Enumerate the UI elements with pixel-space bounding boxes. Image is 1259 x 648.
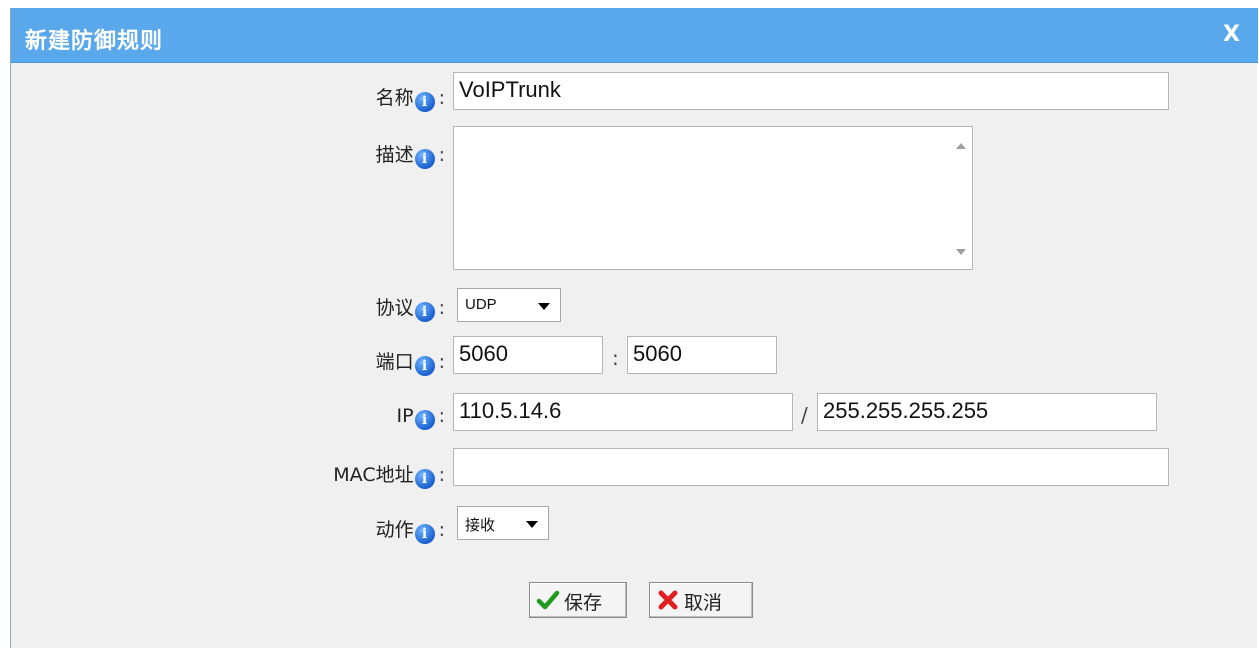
scroll-down-arrow-icon[interactable] [956, 249, 966, 255]
cancel-button-label: 取消 [684, 592, 723, 614]
description-label-group: 描述 i: [375, 144, 445, 169]
port-label-group: 端口 i: [375, 351, 445, 376]
info-icon[interactable]: i [414, 149, 435, 169]
protocol-value: UDP [465, 296, 497, 313]
name-input[interactable]: VoIPTrunk [453, 72, 1169, 110]
dialog-titlebar: 新建防御规则 X [11, 8, 1258, 63]
new-defense-rule-dialog: 新建防御规则 X 名称 i: VoIPTrunk 描述 i: 协议 i: UDP 端口… [10, 8, 1258, 648]
action-label-group: 动作 i: [375, 519, 445, 544]
mac-label-group: MAC地址 i: [333, 464, 445, 489]
protocol-label-group: 协议 i: [375, 297, 445, 322]
check-icon [536, 590, 560, 610]
dialog-title: 新建防御规则 [25, 29, 164, 54]
info-icon[interactable]: i [414, 410, 435, 430]
info-icon[interactable]: i [414, 92, 435, 112]
ip-mask-input[interactable]: 255.255.255.255 [817, 393, 1157, 431]
save-button-label: 保存 [564, 592, 603, 614]
ip-label-group: IP i: [396, 405, 445, 430]
description-textarea[interactable] [453, 126, 973, 270]
ip-separator: / [801, 403, 808, 427]
close-button[interactable]: X [1223, 22, 1240, 47]
action-select[interactable]: 接收 [457, 506, 549, 540]
cancel-button[interactable]: 取消 [649, 582, 753, 618]
info-icon[interactable]: i [414, 524, 435, 544]
info-icon[interactable]: i [414, 469, 435, 489]
port-end-input[interactable]: 5060 [627, 336, 777, 374]
ip-label: IP [396, 405, 414, 427]
scroll-up-arrow-icon[interactable] [956, 143, 966, 149]
save-button[interactable]: 保存 [529, 582, 627, 618]
port-start-input[interactable]: 5060 [453, 336, 603, 374]
action-label: 动作 [375, 519, 414, 541]
info-icon[interactable]: i [414, 302, 435, 322]
protocol-label: 协议 [375, 297, 414, 319]
name-label: 名称 [375, 87, 414, 109]
mac-label: MAC地址 [333, 464, 414, 486]
chevron-down-icon [526, 521, 538, 528]
description-label: 描述 [375, 144, 414, 166]
port-separator: : [612, 346, 619, 370]
ip-address-input[interactable]: 110.5.14.6 [453, 393, 793, 431]
port-label: 端口 [375, 351, 414, 373]
mac-input[interactable] [453, 448, 1169, 486]
name-label-group: 名称 i: [375, 87, 445, 112]
chevron-down-icon [538, 303, 550, 310]
cross-icon [658, 590, 678, 610]
protocol-select[interactable]: UDP [457, 288, 561, 322]
info-icon[interactable]: i [414, 356, 435, 376]
action-value: 接收 [465, 517, 496, 534]
